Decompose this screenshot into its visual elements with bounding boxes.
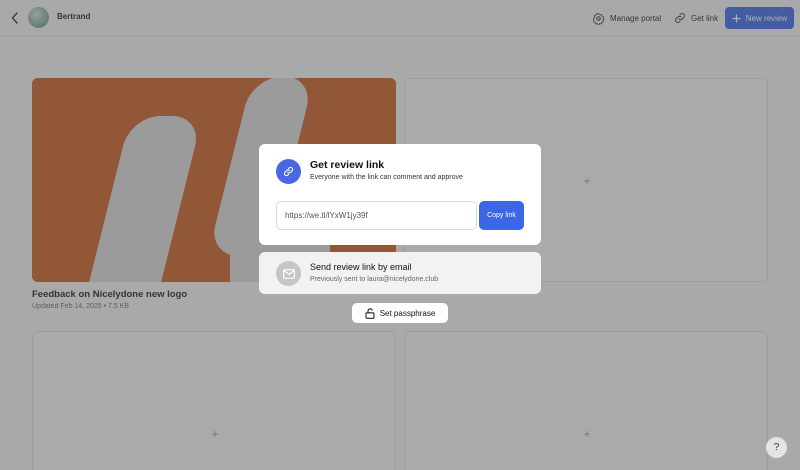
link-icon-badge (276, 159, 301, 184)
dialog-subtitle: Everyone with the link can comment and a… (310, 174, 463, 181)
lock-icon (365, 307, 375, 319)
email-option-title: Send review link by email (310, 262, 412, 272)
set-passphrase-label: Set passphrase (379, 308, 436, 318)
copy-link-button[interactable]: Copy link (479, 201, 524, 230)
dialog-title: Get review link (310, 159, 385, 171)
link-icon (283, 166, 294, 177)
mail-icon-badge (276, 261, 301, 286)
review-link-field[interactable]: https://we.tl/lYxW1jy39f (276, 201, 477, 230)
get-review-link-dialog: Get review link Everyone with the link c… (259, 144, 541, 245)
email-option-subtitle: Previously sent to laura@nicelydone.club (310, 276, 439, 283)
set-passphrase-button[interactable]: Set passphrase (352, 303, 448, 323)
mail-icon (282, 268, 295, 279)
help-button[interactable]: ? (766, 437, 787, 458)
send-by-email-option[interactable]: Send review link by email Previously sen… (259, 252, 541, 294)
